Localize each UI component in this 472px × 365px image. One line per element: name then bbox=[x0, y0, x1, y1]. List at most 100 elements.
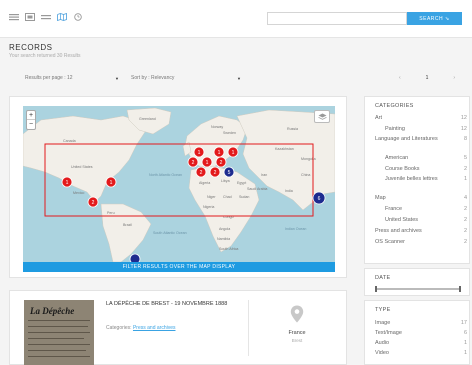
map-cluster-marker[interactable]: 1 bbox=[61, 176, 73, 188]
page-title: RECORDS bbox=[9, 43, 53, 52]
type-facet[interactable]: Text/Image 6 bbox=[375, 330, 467, 336]
world-map: Canada United States Mexico Brazil South… bbox=[23, 107, 335, 262]
category-facet[interactable]: American 5 bbox=[385, 155, 467, 161]
zoom-out-button[interactable]: − bbox=[27, 120, 35, 129]
next-page-button[interactable]: › bbox=[453, 75, 455, 81]
cluster-count: 6 bbox=[318, 196, 321, 202]
search-input[interactable] bbox=[267, 12, 407, 25]
map-label: Brazil bbox=[123, 223, 132, 227]
facet-label: Press and archives bbox=[375, 228, 422, 234]
type-heading: TYPE bbox=[375, 307, 391, 313]
cluster-count: 1 bbox=[110, 180, 113, 186]
map-label: Kazakhstan bbox=[275, 147, 294, 151]
search-button[interactable]: SEARCH ⇘ bbox=[407, 12, 462, 25]
map-label: Namibia bbox=[217, 237, 230, 241]
facet-label: OS Scanner bbox=[375, 239, 405, 245]
category-facet[interactable]: Course Books 2 bbox=[385, 166, 467, 172]
category-facet[interactable]: Art 12 bbox=[375, 115, 467, 121]
category-facet[interactable]: Painting 12 bbox=[385, 126, 467, 132]
facet-label: Image bbox=[375, 320, 391, 326]
view-switcher bbox=[9, 13, 83, 21]
cluster-count: 2 bbox=[192, 160, 195, 166]
map-view-icon[interactable] bbox=[57, 13, 67, 21]
map-cluster-marker[interactable]: 2 bbox=[87, 196, 99, 208]
sort-select[interactable]: Sort by : Relevancy ▼ bbox=[128, 72, 244, 84]
map-label: Algeria bbox=[199, 181, 210, 185]
date-panel: DATE bbox=[364, 268, 470, 296]
map-label: Russia bbox=[287, 127, 298, 131]
gallery-view-icon[interactable] bbox=[25, 13, 35, 21]
facet-count: 4 bbox=[463, 195, 467, 201]
result-title[interactable]: LA DÉPÊCHE DE BREST - 19 NOVEMBRE 1888 bbox=[106, 301, 236, 308]
zoom-in-button[interactable]: + bbox=[27, 111, 35, 120]
map-label: Sudan bbox=[239, 195, 249, 199]
map-label: China bbox=[301, 173, 310, 177]
cluster-count: 1 bbox=[218, 150, 221, 156]
facet-label: Text/Image bbox=[375, 330, 402, 336]
date-range-end-handle[interactable] bbox=[459, 286, 461, 292]
map-cluster-marker[interactable]: 2 bbox=[195, 166, 207, 178]
category-facet[interactable]: United States 2 bbox=[385, 217, 467, 223]
cluster-count: 5 bbox=[228, 170, 231, 176]
current-page: 1 bbox=[425, 75, 429, 81]
map-cluster-marker[interactable] bbox=[129, 253, 141, 262]
map-cluster-marker[interactable]: 5 bbox=[223, 166, 235, 178]
map-label: Indian Ocean bbox=[285, 227, 306, 231]
map-label: North Atlantic Ocean bbox=[149, 173, 182, 177]
type-facet[interactable]: Video 1 bbox=[375, 350, 467, 356]
map-cluster-marker[interactable]: 1 bbox=[227, 146, 239, 158]
map-cluster-marker[interactable]: 1 bbox=[193, 146, 205, 158]
cluster-count: 2 bbox=[200, 170, 203, 176]
filter-map-button[interactable]: FILTER RESULTS OVER THE MAP DISPLAY bbox=[23, 262, 335, 272]
results-per-page-select[interactable]: Results per page : 12 ▼ bbox=[22, 72, 122, 84]
map-cluster-marker[interactable]: 1 bbox=[213, 146, 225, 158]
timeline-view-icon[interactable] bbox=[73, 13, 83, 21]
category-facet[interactable]: OS Scanner 2 bbox=[375, 239, 467, 245]
results-map[interactable]: Canada United States Mexico Brazil South… bbox=[23, 106, 335, 262]
prev-page-button[interactable]: ‹ bbox=[399, 75, 401, 81]
date-range-track bbox=[375, 288, 461, 290]
map-label: Libya bbox=[221, 179, 230, 183]
facet-label: Map bbox=[375, 195, 386, 201]
map-cluster-marker[interactable]: 1 bbox=[201, 156, 213, 168]
category-facet[interactable]: Press and archives 2 bbox=[375, 228, 467, 234]
location-pin-icon bbox=[290, 305, 304, 323]
list-view-icon[interactable] bbox=[9, 13, 19, 21]
facet-count: 12 bbox=[460, 126, 467, 132]
map-label: South Atlantic Ocean bbox=[153, 231, 187, 235]
result-card[interactable]: La Dépêche LA DÉPÊCHE DE BREST - 19 NOVE… bbox=[9, 290, 347, 365]
cluster-count: 1 bbox=[198, 150, 201, 156]
result-thumbnail[interactable]: La Dépêche bbox=[24, 300, 94, 365]
map-label: Saudi Arabia bbox=[247, 187, 267, 191]
map-cluster-marker[interactable]: 6 bbox=[312, 191, 326, 205]
layers-button[interactable] bbox=[314, 110, 330, 123]
facet-count: 1 bbox=[463, 350, 467, 356]
map-cluster-marker[interactable]: 2 bbox=[215, 156, 227, 168]
type-facet[interactable]: Audio 1 bbox=[375, 340, 467, 346]
map-label: United States bbox=[71, 165, 93, 169]
category-facet[interactable]: Language and Literatures 8 bbox=[375, 136, 467, 142]
category-facet[interactable]: France 2 bbox=[385, 206, 467, 212]
category-facet[interactable]: Juvenile belles lettres 1 bbox=[385, 176, 467, 182]
location-country: France bbox=[288, 330, 306, 336]
category-link[interactable]: Press and archives bbox=[133, 325, 176, 331]
layers-icon bbox=[317, 113, 327, 120]
type-facet[interactable]: Image 17 bbox=[375, 320, 467, 326]
category-facet[interactable]: Map 4 bbox=[375, 195, 467, 201]
facet-count: 8 bbox=[463, 136, 467, 142]
date-range-start-handle[interactable] bbox=[375, 286, 377, 292]
pagination: ‹ 1 › bbox=[393, 72, 461, 84]
map-label: Greenland bbox=[139, 117, 156, 121]
map-cluster-marker[interactable]: 2 bbox=[209, 166, 221, 178]
map-cluster-marker[interactable]: 1 bbox=[105, 176, 117, 188]
map-label: Mexico bbox=[73, 191, 84, 195]
divider bbox=[248, 300, 249, 356]
map-label: Peru bbox=[107, 211, 115, 215]
compact-view-icon[interactable] bbox=[41, 13, 51, 21]
facet-count: 17 bbox=[460, 320, 467, 326]
map-label: Sweden bbox=[223, 131, 236, 135]
map-cluster-marker[interactable]: 2 bbox=[187, 156, 199, 168]
facet-count: 12 bbox=[460, 115, 467, 121]
cluster-count: 1 bbox=[66, 180, 69, 186]
result-categories: Categories: Press and archives bbox=[106, 325, 176, 331]
